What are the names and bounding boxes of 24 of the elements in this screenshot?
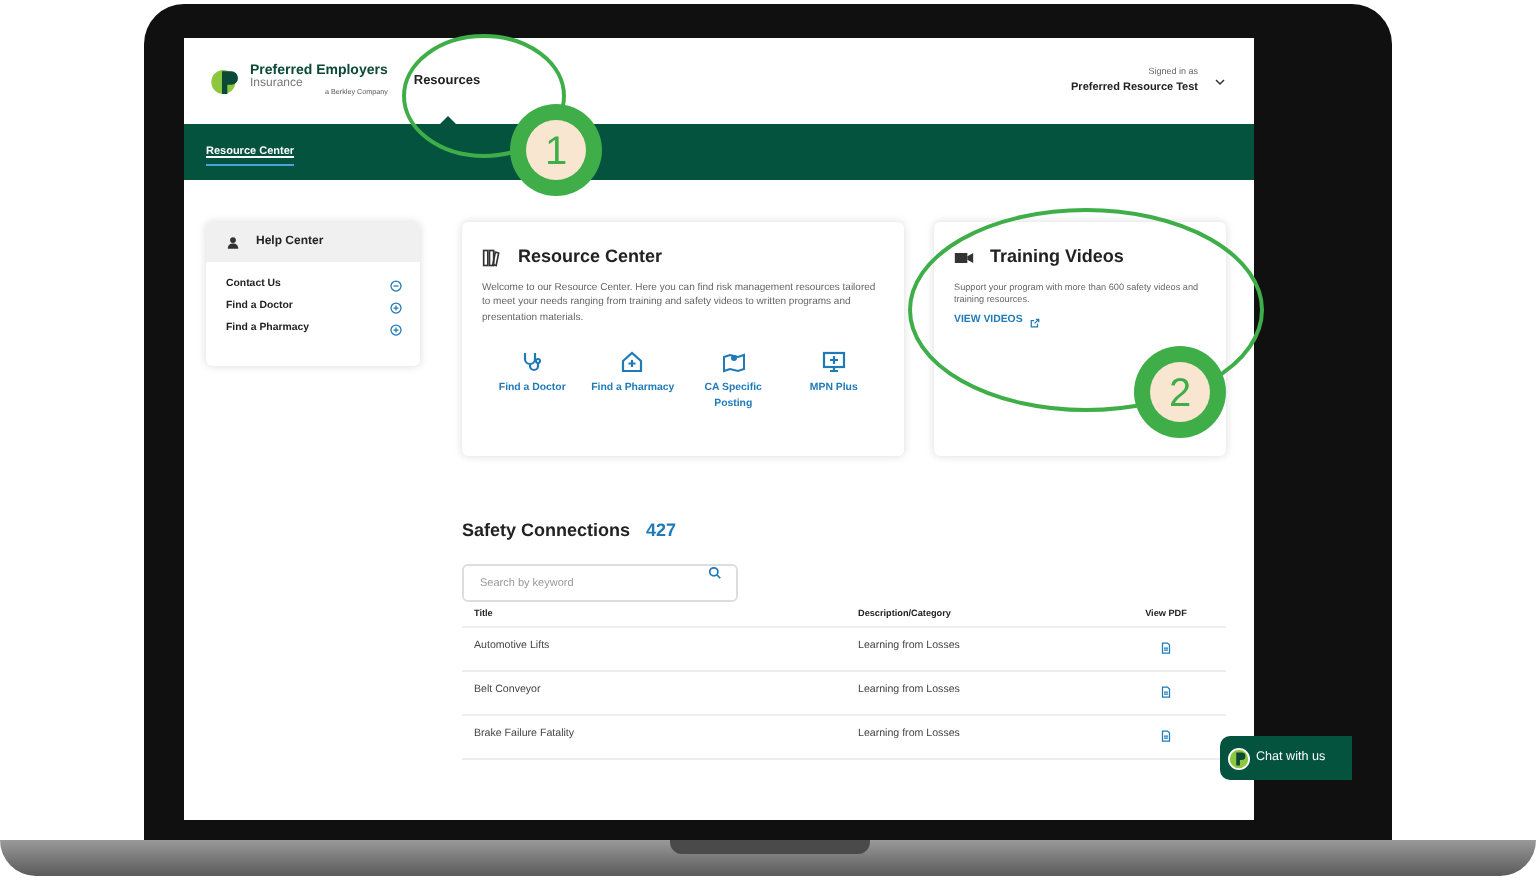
external-link-icon [1030,317,1041,328]
person-icon [226,235,240,249]
search-icon[interactable] [708,565,722,579]
document-icon[interactable] [1160,686,1172,698]
books-icon [482,247,502,268]
step-marker: 2 [1134,346,1226,438]
expand-icon[interactable] [390,323,402,335]
video-camera-icon [954,247,974,268]
stethoscope-icon [520,350,545,374]
card-title: Resource Center [518,244,663,270]
collapse-icon[interactable] [390,279,402,291]
document-icon[interactable] [1160,730,1172,742]
document-icon[interactable] [1160,642,1172,654]
chevron-down-icon[interactable] [1214,75,1226,87]
result-count: 427 [646,518,677,544]
monitor-plus-icon [821,350,846,374]
card-title: Training Videos [990,244,1124,270]
section-title: Safety Connections [462,518,631,544]
map-pin-icon [721,350,746,374]
logo-icon [210,65,242,97]
step-marker: 1 [510,104,602,196]
logo-icon [1228,747,1250,769]
expand-icon[interactable] [390,301,402,313]
house-plus-icon [620,350,645,374]
